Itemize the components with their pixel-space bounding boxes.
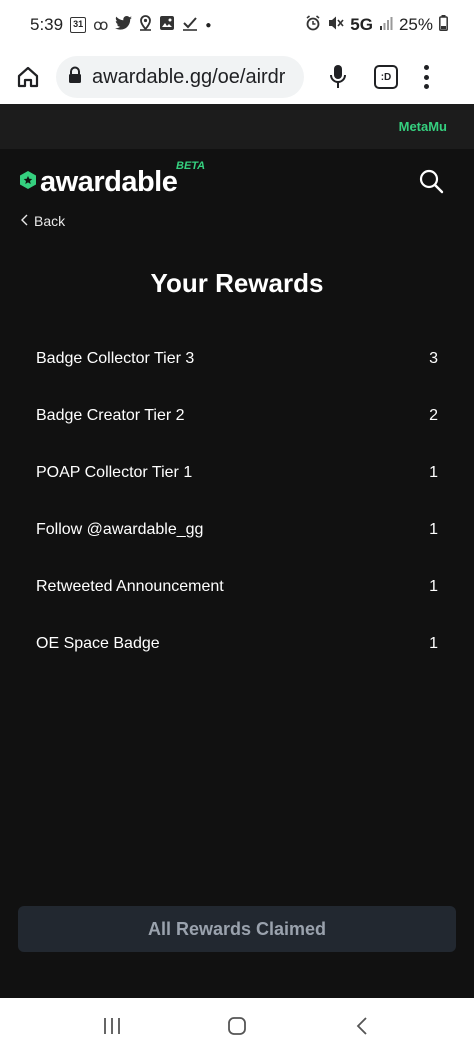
url-text: awardable.gg/oe/airdr — [92, 65, 286, 88]
alarm-icon — [305, 14, 321, 36]
hexagon-logo-icon — [18, 170, 38, 195]
home-icon[interactable] — [14, 63, 42, 91]
search-icon[interactable] — [418, 168, 446, 196]
signal-icon — [379, 15, 393, 35]
reward-name: Badge Creator Tier 2 — [36, 406, 185, 424]
status-bar: 5:39 31 ꝏ ● 5G 25% — [0, 0, 474, 50]
reward-count: 2 — [429, 406, 438, 424]
battery-level: 25% — [398, 15, 433, 34]
mute-icon — [327, 15, 344, 36]
reward-row: Retweeted Announcement 1 — [36, 558, 438, 615]
dot-icon: ● — [205, 19, 212, 31]
more-options-icon[interactable] — [422, 65, 430, 89]
logo-wordmark: awardable — [40, 166, 178, 198]
page-title: Your Rewards — [150, 268, 324, 298]
beta-badge: BETA — [176, 160, 206, 172]
site-header: awardable BETA — [18, 160, 458, 204]
username-link[interactable]: MetaMu — [399, 119, 447, 134]
reward-name: Retweeted Announcement — [36, 577, 224, 595]
site-logo[interactable]: awardable BETA — [18, 160, 205, 199]
calendar-icon: 31 — [70, 17, 87, 33]
reward-count: 1 — [429, 520, 438, 538]
reward-row: POAP Collector Tier 1 1 — [36, 444, 438, 501]
browser-toolbar: awardable.gg/oe/airdr :D — [0, 50, 474, 104]
rewards-list: Badge Collector Tier 3 3 Badge Creator T… — [36, 330, 438, 672]
home-nav-icon[interactable] — [217, 1006, 257, 1046]
image-icon — [159, 15, 175, 36]
reward-name: OE Space Badge — [36, 634, 160, 652]
back-nav-icon[interactable] — [342, 1006, 382, 1046]
reward-name: Badge Collector Tier 3 — [36, 349, 195, 367]
system-nav-bar — [0, 998, 474, 1053]
status-time: 5:39 — [30, 15, 64, 34]
battery-icon — [439, 14, 448, 36]
lock-icon — [68, 66, 82, 89]
network-type: 5G — [350, 15, 373, 34]
reward-count: 1 — [429, 634, 438, 652]
account-bar: MetaMu — [0, 104, 474, 149]
reward-row: Badge Creator Tier 2 2 — [36, 387, 438, 444]
reward-count: 3 — [429, 349, 438, 367]
check-icon — [182, 15, 198, 36]
reward-count: 1 — [429, 577, 438, 595]
reward-count: 1 — [429, 463, 438, 481]
reward-name: POAP Collector Tier 1 — [36, 463, 193, 481]
reward-name: Follow @awardable_gg — [36, 520, 204, 538]
reward-row: OE Space Badge 1 — [36, 615, 438, 672]
microphone-icon[interactable] — [326, 63, 350, 91]
voicemail-icon: ꝏ — [93, 17, 109, 34]
chevron-left-icon — [20, 213, 28, 229]
twitter-icon — [115, 15, 133, 35]
back-label: Back — [34, 213, 66, 229]
reward-row: Badge Collector Tier 3 3 — [36, 330, 438, 387]
reward-row: Follow @awardable_gg 1 — [36, 501, 438, 558]
recent-apps-icon[interactable] — [92, 1006, 132, 1046]
all-rewards-claimed-button[interactable]: All Rewards Claimed — [18, 906, 456, 952]
back-link[interactable]: Back — [20, 213, 65, 229]
address-bar[interactable]: awardable.gg/oe/airdr — [56, 56, 304, 98]
tab-switcher-button[interactable]: :D — [374, 65, 398, 89]
location-icon — [139, 14, 152, 36]
